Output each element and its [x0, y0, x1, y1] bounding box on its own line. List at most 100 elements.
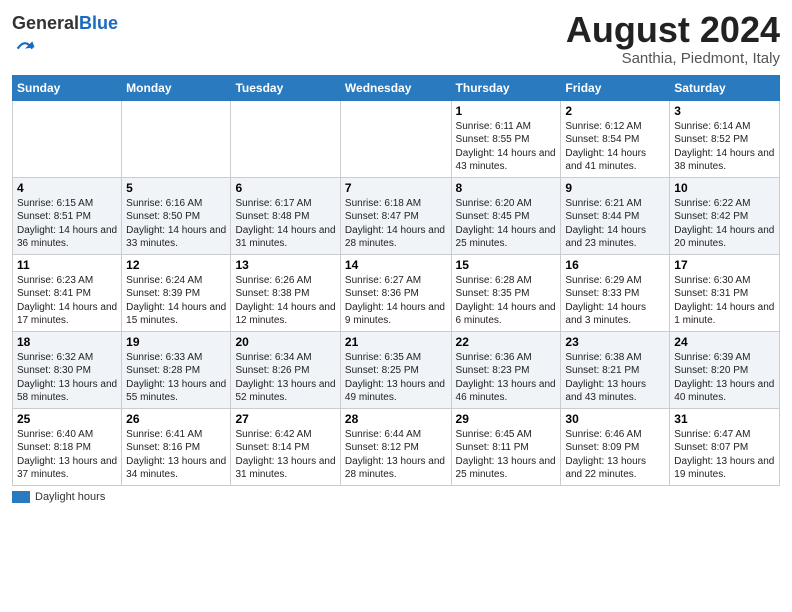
legend-color-box [12, 491, 30, 503]
day-info: Sunrise: 6:23 AM Sunset: 8:41 PM Dayligh… [17, 274, 117, 328]
day-number: 4 [17, 181, 117, 195]
day-number: 25 [17, 412, 117, 426]
week-row-3: 18 Sunrise: 6:32 AM Sunset: 8:30 PM Dayli… [13, 331, 780, 408]
day-number: 16 [565, 258, 665, 272]
col-sunday: Sunday [13, 75, 122, 100]
calendar-table: Sunday Monday Tuesday Wednesday Thursday… [12, 75, 780, 486]
logo: GeneralBlue [12, 14, 118, 61]
day-number: 13 [235, 258, 335, 272]
day-info: Sunrise: 6:32 AM Sunset: 8:30 PM Dayligh… [17, 351, 117, 405]
col-monday: Monday [122, 75, 231, 100]
day-info: Sunrise: 6:26 AM Sunset: 8:38 PM Dayligh… [235, 274, 335, 328]
logo-general: General [12, 13, 79, 33]
day-info: Sunrise: 6:12 AM Sunset: 8:54 PM Dayligh… [565, 120, 665, 174]
day-number: 8 [456, 181, 557, 195]
day-info: Sunrise: 6:45 AM Sunset: 8:11 PM Dayligh… [456, 428, 557, 482]
col-thursday: Thursday [451, 75, 561, 100]
legend-label: Daylight hours [35, 491, 105, 503]
day-info: Sunrise: 6:41 AM Sunset: 8:16 PM Dayligh… [126, 428, 226, 482]
day-cell: 21Sunrise: 6:35 AM Sunset: 8:25 PM Dayli… [340, 331, 451, 408]
day-cell: 16 Sunrise: 6:29 AM Sunset: 8:33 PM Dayli… [561, 254, 670, 331]
day-cell: 2 Sunrise: 6:12 AM Sunset: 8:54 PM Daylig… [561, 100, 670, 177]
day-info: Sunrise: 6:17 AM Sunset: 8:48 PM Dayligh… [235, 197, 335, 251]
day-cell: 17 Sunrise: 6:30 AM Sunset: 8:31 PM Dayli… [670, 254, 780, 331]
day-number: 28 [345, 412, 447, 426]
day-cell: 30 Sunrise: 6:46 AM Sunset: 8:09 PM Dayli… [561, 408, 670, 485]
day-info: Sunrise: 6:36 AM Sunset: 8:23 PM Dayligh… [456, 351, 557, 405]
day-number: 15 [456, 258, 557, 272]
day-cell: 4 Sunrise: 6:15 AM Sunset: 8:51 PM Daylig… [13, 177, 122, 254]
day-number: 3 [674, 104, 775, 118]
day-cell: 24 Sunrise: 6:39 AM Sunset: 8:20 PM Dayli… [670, 331, 780, 408]
col-tuesday: Tuesday [231, 75, 340, 100]
day-number: 31 [674, 412, 775, 426]
day-info: Sunrise: 6:28 AM Sunset: 8:35 PM Dayligh… [456, 274, 557, 328]
calendar-header: Sunday Monday Tuesday Wednesday Thursday… [13, 75, 780, 100]
week-row-1: 4 Sunrise: 6:15 AM Sunset: 8:51 PM Daylig… [13, 177, 780, 254]
day-cell: 28 Sunrise: 6:44 AM Sunset: 8:12 PM Dayli… [340, 408, 451, 485]
day-number: 7 [345, 181, 447, 195]
day-cell: 12Sunrise: 6:24 AM Sunset: 8:39 PM Dayli… [122, 254, 231, 331]
day-number: 11 [17, 258, 117, 272]
day-cell: 19Sunrise: 6:33 AM Sunset: 8:28 PM Dayli… [122, 331, 231, 408]
day-cell: 18 Sunrise: 6:32 AM Sunset: 8:30 PM Dayli… [13, 331, 122, 408]
day-info: Sunrise: 6:21 AM Sunset: 8:44 PM Dayligh… [565, 197, 665, 251]
day-info: Sunrise: 6:20 AM Sunset: 8:45 PM Dayligh… [456, 197, 557, 251]
day-cell: 1Sunrise: 6:11 AM Sunset: 8:55 PM Daylig… [451, 100, 561, 177]
day-cell: 13 Sunrise: 6:26 AM Sunset: 8:38 PM Dayli… [231, 254, 340, 331]
day-number: 24 [674, 335, 775, 349]
col-friday: Friday [561, 75, 670, 100]
day-number: 20 [235, 335, 335, 349]
day-cell: 26Sunrise: 6:41 AM Sunset: 8:16 PM Dayli… [122, 408, 231, 485]
title-block: August 2024 Santhia, Piedmont, Italy [566, 10, 780, 67]
day-info: Sunrise: 6:29 AM Sunset: 8:33 PM Dayligh… [565, 274, 665, 328]
day-cell: 14Sunrise: 6:27 AM Sunset: 8:36 PM Dayli… [340, 254, 451, 331]
col-wednesday: Wednesday [340, 75, 451, 100]
day-info: Sunrise: 6:15 AM Sunset: 8:51 PM Dayligh… [17, 197, 117, 251]
week-row-4: 25Sunrise: 6:40 AM Sunset: 8:18 PM Dayli… [13, 408, 780, 485]
day-info: Sunrise: 6:22 AM Sunset: 8:42 PM Dayligh… [674, 197, 775, 251]
day-info: Sunrise: 6:34 AM Sunset: 8:26 PM Dayligh… [235, 351, 335, 405]
day-cell [340, 100, 451, 177]
legend: Daylight hours [12, 491, 780, 503]
day-info: Sunrise: 6:44 AM Sunset: 8:12 PM Dayligh… [345, 428, 447, 482]
day-number: 18 [17, 335, 117, 349]
day-info: Sunrise: 6:47 AM Sunset: 8:07 PM Dayligh… [674, 428, 775, 482]
day-number: 6 [235, 181, 335, 195]
day-number: 5 [126, 181, 226, 195]
day-info: Sunrise: 6:46 AM Sunset: 8:09 PM Dayligh… [565, 428, 665, 482]
day-number: 17 [674, 258, 775, 272]
day-number: 2 [565, 104, 665, 118]
day-number: 22 [456, 335, 557, 349]
day-cell: 29Sunrise: 6:45 AM Sunset: 8:11 PM Dayli… [451, 408, 561, 485]
day-number: 30 [565, 412, 665, 426]
day-info: Sunrise: 6:39 AM Sunset: 8:20 PM Dayligh… [674, 351, 775, 405]
header-row: Sunday Monday Tuesday Wednesday Thursday… [13, 75, 780, 100]
day-cell [122, 100, 231, 177]
day-cell [231, 100, 340, 177]
page-container: GeneralBlue August 2024 Santhia, Piedmon… [0, 0, 792, 511]
calendar-body: 1Sunrise: 6:11 AM Sunset: 8:55 PM Daylig… [13, 100, 780, 485]
month-title: August 2024 [566, 10, 780, 50]
day-cell: 23 Sunrise: 6:38 AM Sunset: 8:21 PM Dayli… [561, 331, 670, 408]
day-cell [13, 100, 122, 177]
day-cell: 7Sunrise: 6:18 AM Sunset: 8:47 PM Daylig… [340, 177, 451, 254]
day-number: 10 [674, 181, 775, 195]
day-cell: 11 Sunrise: 6:23 AM Sunset: 8:41 PM Dayli… [13, 254, 122, 331]
day-cell: 6 Sunrise: 6:17 AM Sunset: 8:48 PM Daylig… [231, 177, 340, 254]
day-number: 21 [345, 335, 447, 349]
day-number: 14 [345, 258, 447, 272]
day-cell: 3Sunrise: 6:14 AM Sunset: 8:52 PM Daylig… [670, 100, 780, 177]
day-cell: 9Sunrise: 6:21 AM Sunset: 8:44 PM Daylig… [561, 177, 670, 254]
logo-icon [14, 34, 36, 56]
day-cell: 15 Sunrise: 6:28 AM Sunset: 8:35 PM Dayli… [451, 254, 561, 331]
week-row-0: 1Sunrise: 6:11 AM Sunset: 8:55 PM Daylig… [13, 100, 780, 177]
day-cell: 8 Sunrise: 6:20 AM Sunset: 8:45 PM Daylig… [451, 177, 561, 254]
logo-blue: Blue [79, 13, 118, 33]
day-info: Sunrise: 6:30 AM Sunset: 8:31 PM Dayligh… [674, 274, 775, 328]
page-header: GeneralBlue August 2024 Santhia, Piedmon… [12, 10, 780, 67]
day-info: Sunrise: 6:33 AM Sunset: 8:28 PM Dayligh… [126, 351, 226, 405]
day-number: 23 [565, 335, 665, 349]
day-info: Sunrise: 6:38 AM Sunset: 8:21 PM Dayligh… [565, 351, 665, 405]
day-cell: 27Sunrise: 6:42 AM Sunset: 8:14 PM Dayli… [231, 408, 340, 485]
